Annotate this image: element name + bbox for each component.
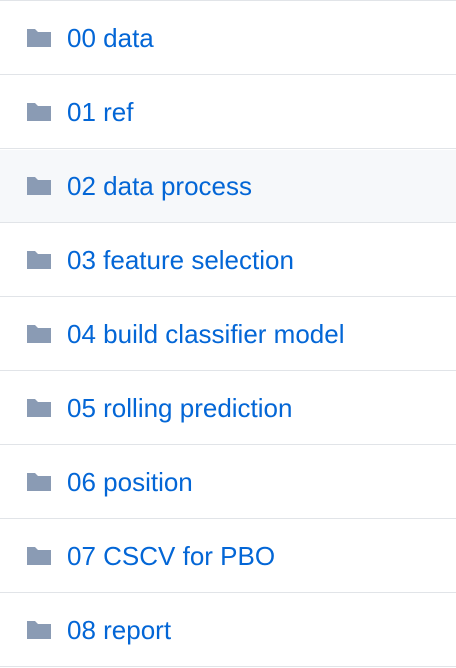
folder-icon (25, 471, 53, 493)
folder-row-00-data[interactable]: 00 data (0, 2, 456, 75)
folder-link[interactable]: 08 report (67, 617, 171, 643)
folder-icon (25, 175, 53, 197)
folder-row-04-build-classifier-model[interactable]: 04 build classifier model (0, 298, 456, 371)
folder-icon (25, 101, 53, 123)
folder-link[interactable]: 03 feature selection (67, 247, 294, 273)
folder-link[interactable]: 01 ref (67, 99, 134, 125)
folder-link[interactable]: 07 CSCV for PBO (67, 543, 275, 569)
folder-row-05-rolling-prediction[interactable]: 05 rolling prediction (0, 372, 456, 445)
folder-row-07-cscv-for-pbo[interactable]: 07 CSCV for PBO (0, 520, 456, 593)
folder-icon (25, 545, 53, 567)
folder-link[interactable]: 00 data (67, 25, 154, 51)
folder-list: 00 data 01 ref 02 data process 03 featur… (0, 0, 456, 668)
folder-row-01-ref[interactable]: 01 ref (0, 76, 456, 149)
folder-row-06-position[interactable]: 06 position (0, 446, 456, 519)
folder-link[interactable]: 02 data process (67, 173, 252, 199)
folder-row-02-data-process[interactable]: 02 data process (0, 150, 456, 223)
folder-row-03-feature-selection[interactable]: 03 feature selection (0, 224, 456, 297)
folder-icon (25, 397, 53, 419)
folder-link[interactable]: 06 position (67, 469, 193, 495)
folder-row-08-report[interactable]: 08 report (0, 594, 456, 667)
folder-icon (25, 27, 53, 49)
folder-icon (25, 619, 53, 641)
folder-icon (25, 323, 53, 345)
folder-link[interactable]: 04 build classifier model (67, 321, 344, 347)
folder-link[interactable]: 05 rolling prediction (67, 395, 292, 421)
folder-icon (25, 249, 53, 271)
